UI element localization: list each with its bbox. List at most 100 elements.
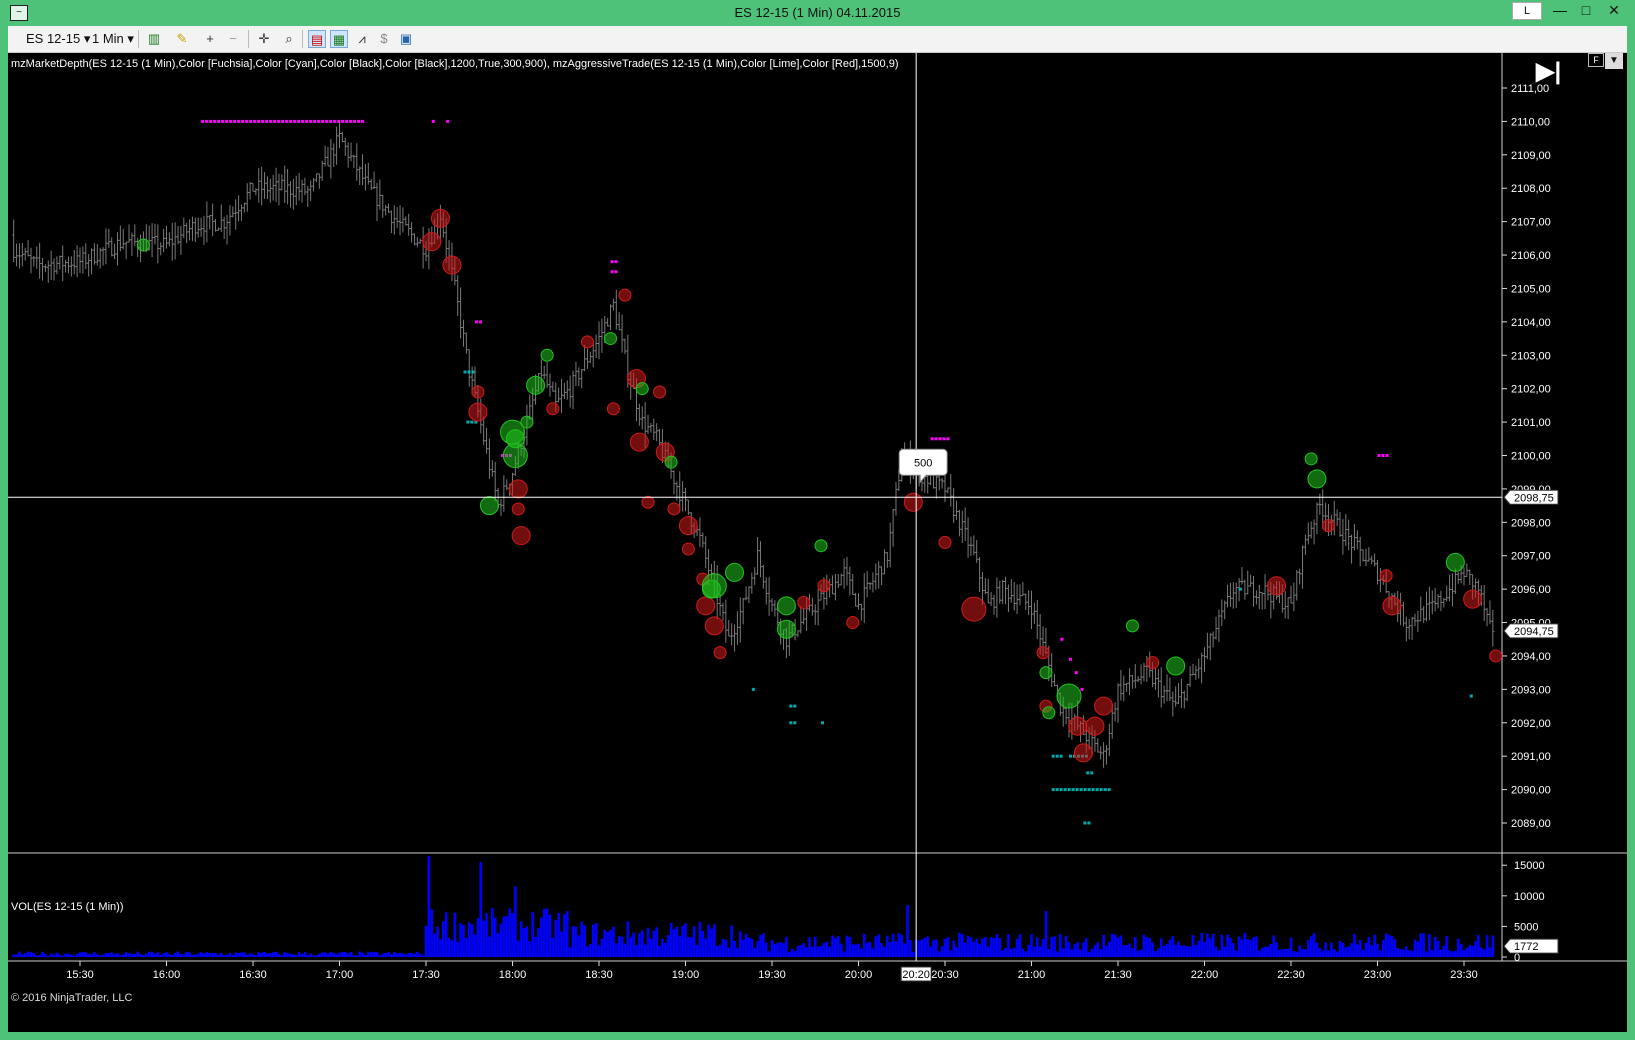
zoom-in-icon[interactable]: + xyxy=(201,30,219,48)
chart-style-icon[interactable]: ▥ xyxy=(145,30,163,48)
interval-selector[interactable]: 1 Min ▾ xyxy=(92,30,134,48)
data-box-icon[interactable]: ⌕ xyxy=(280,30,298,48)
volume-bar xyxy=(508,908,511,957)
depth-bid-mark xyxy=(610,270,614,274)
volume-bar xyxy=(439,939,442,957)
volume-bar xyxy=(1399,949,1402,957)
sell-trade-bubble xyxy=(797,596,811,609)
volume-bar xyxy=(952,940,955,957)
volume-bar xyxy=(1272,935,1275,957)
scroll-to-end-icon[interactable]: ▶| xyxy=(1536,57,1561,86)
depth-bid-mark xyxy=(201,119,205,123)
depth-bid-mark xyxy=(229,119,233,123)
link-button[interactable]: L xyxy=(1512,2,1542,20)
fixed-scale-button[interactable]: F xyxy=(1588,53,1604,67)
chart-panel[interactable]: 2111,00 2110,00 2109,00 2108,00 2107,00 2106,… xyxy=(8,53,1627,1032)
bar-chart-icon[interactable]: ▦ xyxy=(330,30,348,48)
volume-bar xyxy=(248,953,252,957)
depth-bid-mark xyxy=(261,119,265,123)
chart-trader-icon[interactable]: ▤ xyxy=(308,30,326,48)
volume-bar xyxy=(1200,932,1203,957)
buy-trade-bubble xyxy=(526,375,546,395)
volume-bar xyxy=(214,953,217,957)
maximize-button[interactable]: □ xyxy=(1574,0,1598,22)
volume-bar xyxy=(1188,946,1192,957)
volume-bar xyxy=(1488,947,1492,957)
volume-bar xyxy=(1004,948,1007,957)
volume-bar xyxy=(525,926,529,957)
volume-bar xyxy=(1324,942,1327,957)
buy-trade-bubble xyxy=(479,496,499,516)
volume-bar xyxy=(612,926,615,957)
depth-bid-mark xyxy=(313,119,317,123)
close-button[interactable]: ✕ xyxy=(1602,0,1626,22)
depth-ask-mark xyxy=(1083,788,1087,792)
volume-bar xyxy=(1289,937,1293,957)
volume-bar xyxy=(1234,950,1238,957)
depth-ask-mark xyxy=(789,721,793,725)
volume-bar xyxy=(1304,949,1307,957)
volume-bar xyxy=(805,947,808,957)
volume-bar xyxy=(589,943,592,957)
volume-bar xyxy=(1358,939,1362,957)
depth-bid-mark xyxy=(205,119,209,123)
volume-bar xyxy=(753,947,756,957)
depth-bid-mark xyxy=(1074,671,1078,675)
volume-bar xyxy=(194,954,197,957)
depth-ask-mark xyxy=(470,420,474,424)
volume-bar xyxy=(615,943,618,957)
volume-bar xyxy=(811,946,814,957)
volume-bar xyxy=(413,953,416,957)
volume-bar xyxy=(1301,949,1304,957)
drawing-tool-icon[interactable]: ✎ xyxy=(173,30,191,48)
volume-bar xyxy=(900,934,904,957)
volume-bar xyxy=(1430,950,1434,957)
volume-bar xyxy=(72,955,76,957)
sell-trade-bubble xyxy=(471,385,485,399)
properties-icon[interactable]: ▣ xyxy=(397,30,415,48)
volume-bar xyxy=(240,952,243,957)
minimize-button[interactable]: — xyxy=(1548,0,1572,22)
depth-ask-mark xyxy=(1095,788,1099,792)
volume-bar xyxy=(1044,911,1048,957)
depth-ask-mark xyxy=(1063,788,1067,792)
depth-bid-mark xyxy=(446,119,450,123)
sell-trade-bubble xyxy=(422,232,442,252)
depth-bid-mark xyxy=(253,119,257,123)
volume-bar xyxy=(1321,950,1325,957)
volume-bar xyxy=(318,953,321,957)
volume-bar xyxy=(652,930,656,957)
zoom-out-icon[interactable]: − xyxy=(224,30,242,48)
sell-trade-bubble xyxy=(817,579,831,593)
volume-bar xyxy=(410,952,413,957)
sell-trade-bubble xyxy=(641,495,655,509)
volume-bar xyxy=(825,941,829,957)
depth-bid-mark xyxy=(1080,687,1084,691)
depth-bid-mark xyxy=(269,119,273,123)
time-tick-label: 17:30 xyxy=(412,969,440,981)
volume-bar xyxy=(600,938,604,957)
volume-bar xyxy=(609,929,612,957)
volume-bar xyxy=(18,951,21,957)
strategy-icon[interactable]: $ xyxy=(375,30,393,48)
time-tick-label: 21:30 xyxy=(1104,969,1132,981)
volume-bar xyxy=(277,954,281,957)
chevron-down-icon[interactable]: ▼ xyxy=(1605,53,1623,69)
volume-bar xyxy=(675,926,679,957)
crosshair-icon[interactable]: ✛ xyxy=(255,30,273,48)
price-tick-label: 2110,00 xyxy=(1511,116,1550,128)
instrument-selector[interactable]: ES 12-15 ▾ xyxy=(26,30,90,48)
indicator-icon[interactable]: ⩘ xyxy=(353,30,371,48)
depth-bid-mark xyxy=(930,437,934,441)
price-volume-chart[interactable]: 2111,002110,002109,002108,002107,002106,… xyxy=(8,53,1627,1032)
volume-bar xyxy=(390,954,393,957)
toolbar-divider xyxy=(248,30,249,48)
volume-bar xyxy=(736,947,739,957)
volume-bar xyxy=(854,944,857,957)
depth-ask-mark xyxy=(1103,788,1107,792)
time-tick-label: 18:30 xyxy=(585,969,613,981)
toolbar-divider xyxy=(302,30,303,48)
volume-bar xyxy=(225,954,229,957)
volume-bar xyxy=(208,953,212,957)
volume-bar xyxy=(883,946,886,957)
